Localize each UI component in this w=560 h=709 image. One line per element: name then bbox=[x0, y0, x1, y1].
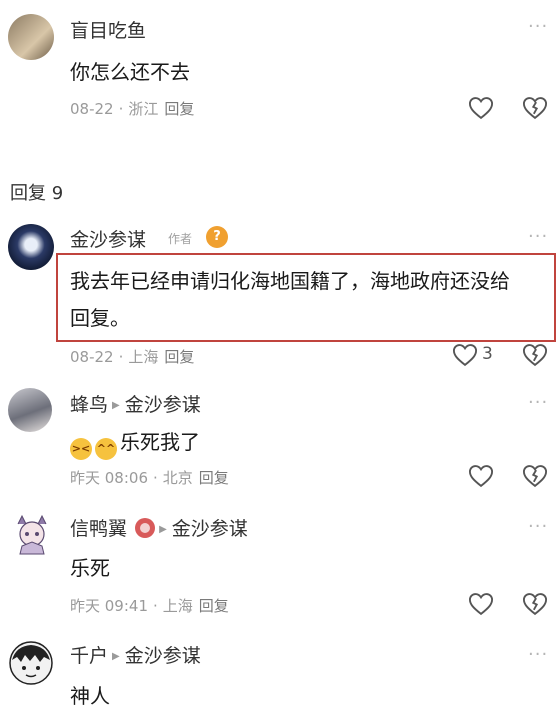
avatar[interactable] bbox=[10, 512, 54, 556]
comment-location: 上海 bbox=[128, 348, 159, 366]
broken-heart-icon[interactable] bbox=[521, 590, 549, 618]
username[interactable]: 信鸭翼 bbox=[70, 518, 127, 540]
anime-avatar-icon bbox=[17, 514, 47, 555]
username[interactable]: 蜂鸟 bbox=[70, 394, 108, 416]
comment-username[interactable]: 信鸭翼 ▶ 金沙参谋 bbox=[70, 514, 248, 541]
comment-content-line1: 我去年已经申请归化海地国籍了，海地政府还没给 bbox=[70, 269, 510, 293]
comment-username[interactable]: 金沙参谋 bbox=[70, 225, 146, 252]
like-count: 3 bbox=[482, 344, 493, 364]
avatar[interactable] bbox=[8, 388, 52, 432]
reply-link[interactable]: 回复 bbox=[199, 597, 229, 615]
comment-meta: 08-22 · 上海 回复 bbox=[70, 348, 195, 366]
username[interactable]: 千户 bbox=[70, 645, 108, 667]
comment-date: 昨天 09:41 bbox=[70, 597, 148, 615]
more-icon[interactable]: ··· bbox=[528, 646, 548, 664]
heart-icon[interactable] bbox=[467, 94, 495, 122]
heart-icon[interactable] bbox=[467, 590, 495, 618]
broken-heart-icon[interactable] bbox=[521, 94, 549, 122]
author-badge: 作者 bbox=[168, 232, 193, 246]
more-icon[interactable]: ··· bbox=[528, 394, 548, 412]
comment-content-line2: 回复。 bbox=[70, 306, 130, 330]
comment-meta: 昨天 08:06 · 北京 回复 bbox=[70, 469, 229, 487]
avatar[interactable] bbox=[8, 640, 54, 686]
comment-content: >< ^^ 乐死我了 bbox=[70, 426, 200, 460]
reply-count-label[interactable]: 回复 9 bbox=[10, 179, 63, 205]
cartoon-avatar-icon bbox=[9, 641, 53, 685]
heart-icon[interactable] bbox=[451, 341, 479, 369]
comment-username[interactable]: 盲目吃鱼 bbox=[70, 16, 146, 43]
heart-icon[interactable] bbox=[467, 462, 495, 490]
broken-heart-icon[interactable] bbox=[521, 462, 549, 490]
comment-meta: 08-22 · 浙江 回复 bbox=[70, 100, 195, 118]
reply-to-username[interactable]: 金沙参谋 bbox=[125, 645, 201, 667]
comment-location: 浙江 bbox=[128, 100, 159, 118]
more-icon[interactable]: ··· bbox=[528, 18, 548, 36]
comment-username[interactable]: 蜂鸟 ▶ 金沙参谋 bbox=[70, 390, 201, 417]
more-icon[interactable]: ··· bbox=[528, 518, 548, 536]
comment-text: 乐死我了 bbox=[120, 430, 200, 454]
comment-meta: 昨天 09:41 · 上海 回复 bbox=[70, 597, 229, 615]
grinning-emoji-icon: ^^ bbox=[95, 438, 117, 460]
comment-username[interactable]: 千户 ▶ 金沙参谋 bbox=[70, 641, 201, 668]
broken-heart-icon[interactable] bbox=[521, 341, 549, 369]
comment-date: 08-22 bbox=[70, 348, 114, 366]
comment-date: 08-22 bbox=[70, 100, 114, 118]
avatar[interactable] bbox=[8, 224, 54, 270]
reply-arrow-icon: ▶ bbox=[112, 400, 120, 411]
comment-location: 北京 bbox=[162, 469, 193, 487]
avatar[interactable] bbox=[8, 14, 54, 60]
comment-date: 昨天 08:06 bbox=[70, 469, 148, 487]
reply-to-username[interactable]: 金沙参谋 bbox=[172, 518, 248, 540]
reply-arrow-icon: ▶ bbox=[112, 651, 120, 662]
comment-content: 你怎么还不去 bbox=[70, 60, 190, 84]
comment-location: 上海 bbox=[162, 597, 193, 615]
comment-content: 乐死 bbox=[70, 556, 110, 580]
reply-link[interactable]: 回复 bbox=[164, 100, 194, 118]
reply-link[interactable]: 回复 bbox=[164, 348, 194, 366]
more-icon[interactable]: ··· bbox=[528, 228, 548, 246]
level-badge-icon: ? bbox=[206, 226, 228, 248]
reply-arrow-icon: ▶ bbox=[159, 524, 167, 535]
laughing-emoji-icon: >< bbox=[70, 438, 92, 460]
reply-to-username[interactable]: 金沙参谋 bbox=[125, 394, 201, 416]
reply-link[interactable]: 回复 bbox=[199, 469, 229, 487]
user-badge-icon bbox=[135, 518, 156, 538]
